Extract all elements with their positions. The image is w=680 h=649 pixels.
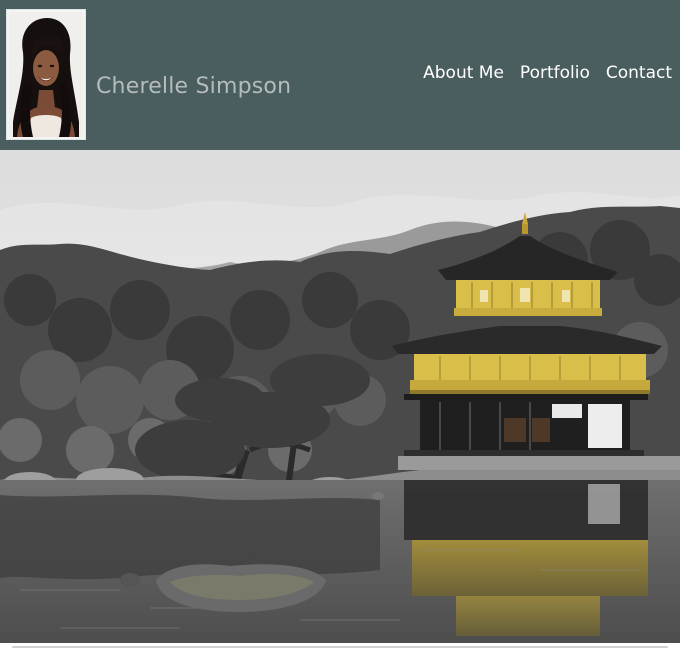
nav-contact[interactable]: Contact xyxy=(606,63,672,83)
main-nav: About Me Portfolio Contact xyxy=(423,63,672,83)
divider-line xyxy=(12,646,668,648)
page-divider xyxy=(0,643,680,649)
hero-banner xyxy=(0,150,680,643)
nav-about-me[interactable]: About Me xyxy=(423,63,504,83)
golden-pavilion-photo-icon xyxy=(0,150,680,643)
site-title: Cherelle Simpson xyxy=(96,73,292,99)
avatar xyxy=(6,9,86,140)
site-header: Cherelle Simpson About Me Portfolio Cont… xyxy=(0,0,680,150)
nav-portfolio[interactable]: Portfolio xyxy=(520,63,590,83)
portrait-photo-icon xyxy=(9,12,83,137)
